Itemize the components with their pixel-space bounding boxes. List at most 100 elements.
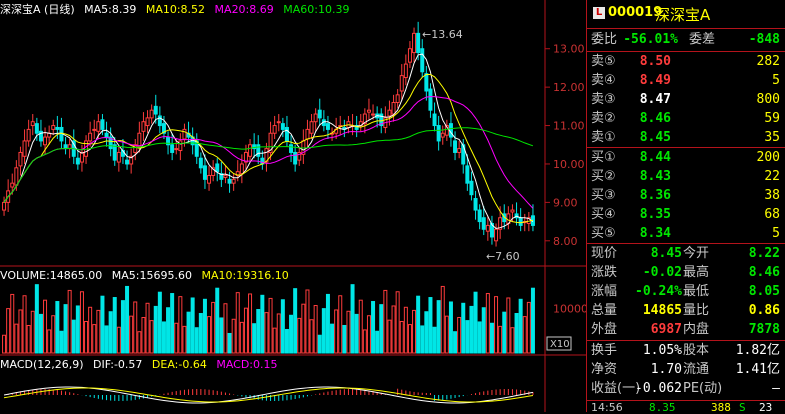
volume-bar <box>6 308 11 354</box>
dea-label: DEA:-0.64 <box>151 358 207 371</box>
volume-bar <box>186 311 191 354</box>
volume-bar <box>182 325 187 354</box>
candle <box>10 182 15 188</box>
volume-bar <box>334 309 339 354</box>
candle <box>178 140 183 152</box>
volume-bar <box>518 298 523 354</box>
candle <box>153 105 158 115</box>
volume-bar <box>112 297 117 354</box>
sell-order-row[interactable]: 卖① 8.45 35 <box>587 128 785 147</box>
volume-bar <box>108 311 113 354</box>
volume-bar <box>14 323 19 354</box>
buy-order-row[interactable]: 买⑤ 8.34 5 <box>587 224 785 243</box>
volume-bar <box>522 316 527 354</box>
order-price: 8.43 <box>639 169 671 184</box>
candle <box>14 167 19 186</box>
info-value: 1.05% <box>642 343 682 358</box>
volume-unit-label: X10 <box>550 339 570 350</box>
candle <box>125 159 130 165</box>
info-value: 1.41亿 <box>735 362 780 377</box>
weibi-label: 委比 <box>591 32 618 47</box>
candle <box>284 126 289 142</box>
candle <box>100 119 105 130</box>
candle <box>26 128 31 142</box>
volume-bar <box>59 330 64 354</box>
ma20-label: MA20:8.69 <box>214 3 274 16</box>
sell-order-row[interactable]: 卖③ 8.47 800 <box>587 90 785 109</box>
sell-order-row[interactable]: 卖② 8.46 59 <box>587 109 785 128</box>
candle <box>55 126 60 130</box>
volume-bar <box>526 301 531 354</box>
volume-bar <box>514 313 519 354</box>
volume-bar <box>444 315 449 354</box>
candle <box>79 151 84 163</box>
volume-bar <box>239 321 244 354</box>
volume-bar <box>43 299 48 354</box>
sell-order-row[interactable]: 卖④ 8.49 5 <box>587 71 785 90</box>
volume-bar <box>161 321 166 354</box>
candle <box>485 224 490 232</box>
volume-bar <box>223 303 228 354</box>
quote-title-bar: L 000019 深深宝A <box>587 0 785 29</box>
tick-time: 14:56 <box>591 401 623 414</box>
volume-bar <box>215 287 220 354</box>
volume-bar <box>346 310 351 354</box>
tick-price: 8.35 <box>649 401 676 414</box>
candle <box>395 94 400 104</box>
volume-bar <box>280 299 285 354</box>
buy-order-row[interactable]: 买③ 8.36 38 <box>587 186 785 205</box>
volume-bar <box>166 307 171 354</box>
volume-bar <box>264 312 269 354</box>
candle <box>75 157 80 165</box>
volume-bar <box>248 293 253 354</box>
volume-bar <box>354 313 359 354</box>
buy-order-row[interactable]: 买② 8.43 22 <box>587 167 785 186</box>
candle <box>51 125 56 130</box>
volume-bar <box>420 325 425 354</box>
volume-bar <box>145 302 150 354</box>
candle <box>371 113 376 116</box>
kline-header: 深深宝A (日线) MA5:8.39 MA10:8.52 MA20:8.69 M… <box>0 3 355 17</box>
order-volume: 800 <box>756 92 780 107</box>
volume-bar <box>416 295 421 354</box>
candle <box>88 132 93 142</box>
level2-badge[interactable]: L <box>593 7 605 19</box>
buy-order-row[interactable]: 买④ 8.35 68 <box>587 205 785 224</box>
candle <box>239 163 244 175</box>
price-tick-label: 12.00 <box>553 81 585 94</box>
sell-order-row[interactable]: 卖⑤ 8.50 282 <box>587 52 785 71</box>
volume-bar <box>289 314 294 354</box>
quote-panel: L 000019 深深宝A 委比 -56.01% 委差 -848 卖⑤ 8.50 2… <box>586 0 785 414</box>
volume-bar <box>272 327 277 354</box>
candle <box>366 109 371 113</box>
buy-order-row[interactable]: 买① 8.44 200 <box>587 148 785 167</box>
volume-bar <box>530 287 535 354</box>
volume-bar <box>170 293 175 354</box>
volume-bar <box>252 323 257 354</box>
candle <box>289 144 294 153</box>
volume-bar <box>137 331 142 354</box>
candle <box>477 209 482 223</box>
candle <box>202 165 207 180</box>
stat-value: 8.46 <box>748 265 780 280</box>
volume-bar <box>202 298 207 354</box>
order-price: 8.34 <box>639 226 671 241</box>
volume-bar <box>362 329 367 354</box>
kline-chart[interactable]: 13.00 12.00 11.00 10.00 9.00 8.00 ←13.64 ←7.60 1… <box>0 0 586 412</box>
volume-bar <box>18 309 23 354</box>
volume-bar <box>293 288 298 354</box>
stat-label: 量比 <box>683 303 710 318</box>
volume-header: VOLUME:14865.00 MA5:15695.60 MA10:19316.… <box>0 269 295 283</box>
volume-tick-label: 10000 <box>553 303 586 316</box>
volume-bar <box>383 289 388 354</box>
candle <box>141 121 146 132</box>
tick-direction: S <box>739 401 746 414</box>
candle <box>104 132 109 138</box>
candle <box>149 109 154 119</box>
volume-bar <box>469 305 474 354</box>
vol-ma10-label: MA10:19316.10 <box>201 269 289 282</box>
volume-bar <box>342 324 347 354</box>
chart-area[interactable]: 13.00 12.00 11.00 10.00 9.00 8.00 ←13.64 ←7.60 1… <box>0 0 586 412</box>
candle <box>412 32 417 54</box>
candle <box>276 121 281 124</box>
